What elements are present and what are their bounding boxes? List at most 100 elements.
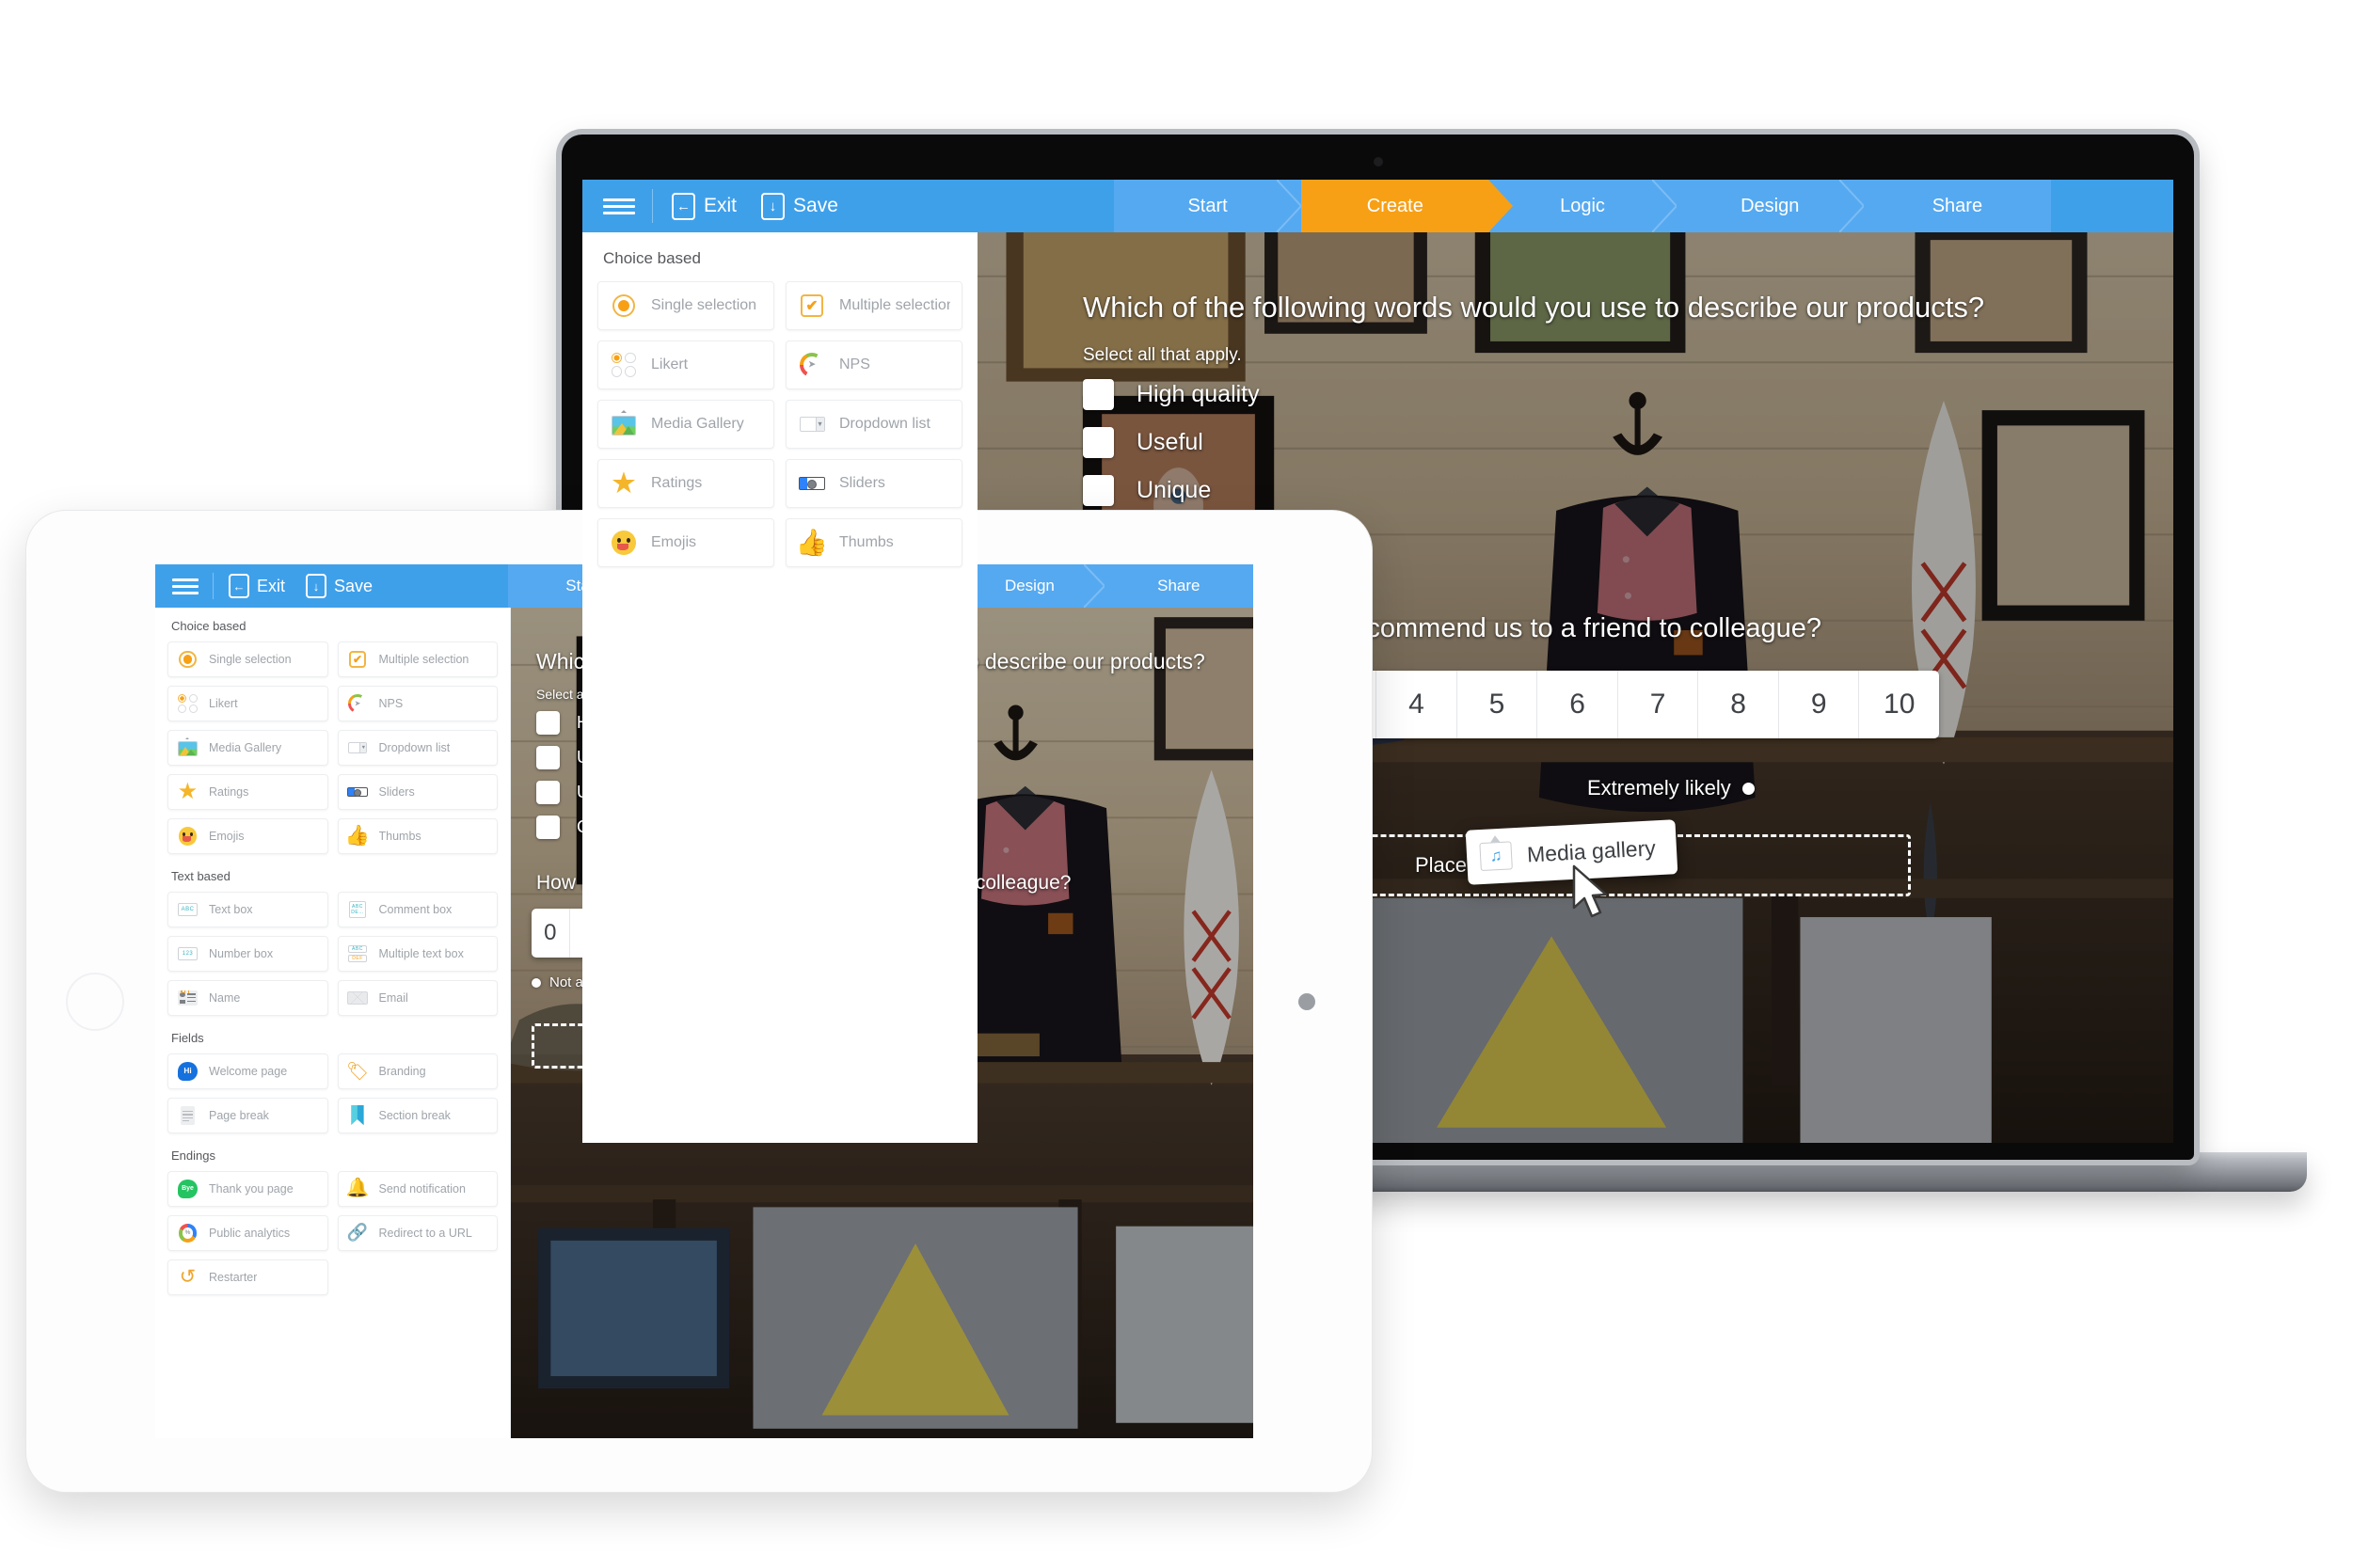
checkbox-icon[interactable] [536,781,560,804]
sidebar-item-restarter[interactable]: ↺ Restarter [167,1259,328,1295]
sidebar-item-label: Welcome page [209,1065,288,1078]
sidebar-item-likert[interactable]: Likert [167,686,328,721]
sidebar-item-label: Dropdown list [378,741,451,754]
sidebar-item-label: Ratings [651,475,703,491]
checkbox-icon[interactable] [536,746,560,769]
emoji-icon [610,529,638,557]
sidebar-item-sliders[interactable]: Sliders [786,459,962,508]
sidebar-item-welcome-page[interactable]: Hi Welcome page [167,1053,328,1089]
hamburger-icon[interactable] [172,578,199,594]
sidebar-section-title: Fields [171,1031,204,1045]
tab-design[interactable]: Design [1676,180,1864,232]
sidebar-item-grid: Bye Thank you page 🔔 Send notification% Publ… [167,1171,498,1295]
checkbox-icon[interactable] [1083,427,1114,458]
sidebar-item-label: Single selection [209,653,292,666]
chevron-icon [1838,180,1864,232]
sidebar-item-name[interactable]: Name [167,980,328,1016]
checkbox-icon[interactable] [1083,475,1114,506]
contact-card-icon [177,988,199,1009]
sidebar-item-media-gallery[interactable]: Media Gallery [167,730,328,766]
sidebar-item-label: Multiple text box [378,947,464,960]
sidebar-item-dropdown-list[interactable]: ▼ Dropdown list [337,730,498,766]
sidebar-item-text-box[interactable]: ABC Text box [167,892,328,927]
sidebar-item-single-selection[interactable]: Single selection [167,641,328,677]
sidebar-item-multiple-selection[interactable]: ✔ Multiple selection [337,641,498,677]
checkbox-icon[interactable] [536,816,560,839]
tab-logic[interactable]: Logic [1488,180,1677,232]
laptop-checkbox-option-1[interactable]: High quality [1083,379,1260,410]
sidebar-item-emojis[interactable]: Emojis [167,818,328,854]
save-label: Save [334,576,374,595]
sidebar-item-email[interactable]: Email [337,980,498,1016]
sidebar-item-grid: Single selection ✔ Multiple selection Like… [167,641,498,854]
tab-share[interactable]: Share [1863,180,2052,232]
sidebar-item-redirect-to-a-url[interactable]: 🔗 Redirect to a URL [337,1215,498,1251]
save-button[interactable]: ↓ Save [761,192,838,220]
nps-scale-value[interactable]: 4 [1376,671,1457,738]
laptop-breadcrumb: Start Create Logic Design Share [1114,180,2052,232]
laptop-checkbox-option-3[interactable]: Unique [1083,475,1211,506]
sidebar-item-thumbs[interactable]: 👍 Thumbs [786,518,962,567]
sidebar-item-send-notification[interactable]: 🔔 Send notification [337,1171,498,1207]
sidebar-item-public-analytics[interactable]: % Public analytics [167,1215,328,1251]
sidebar-item-label: Page break [209,1109,269,1122]
thumbs-up-icon: 👍 [344,825,371,847]
sidebar-item-single-selection[interactable]: Single selection [597,281,774,330]
nps-scale-value[interactable]: 5 [1457,671,1538,738]
restart-arrows-icon: ↺ [179,1266,197,1289]
tab-start[interactable]: Start [1114,180,1302,232]
nps-scale-value[interactable]: 0 [532,909,570,958]
sidebar-item-section-break[interactable]: Section break [337,1098,498,1133]
nps-scale-value[interactable]: 7 [1618,671,1699,738]
hamburger-icon[interactable] [603,198,635,214]
tab-share[interactable]: Share [1104,564,1253,608]
drag-chip-label: Media gallery [1526,834,1657,866]
nps-scale-value[interactable]: 6 [1537,671,1618,738]
scene: ← Exit ↓ Save Start Create Logic Design … [0,0,2353,1568]
save-button[interactable]: ↓ Save [306,574,373,598]
sidebar-item-nps[interactable]: ➤ NPS [786,341,962,389]
sidebar-item-ratings[interactable]: ★ Ratings [597,459,774,508]
sidebar-item-dropdown-list[interactable]: ▼ Dropdown list [786,400,962,449]
nps-scale-value[interactable]: 9 [1779,671,1860,738]
checkbox-icon[interactable] [536,711,560,735]
sidebar-item-page-break[interactable]: Page break [167,1098,328,1133]
sidebar-item-label: Multiple selection [839,297,950,313]
sidebar-item-thank-you-page[interactable]: Bye Thank you page [167,1171,328,1207]
sidebar-item-label: Email [378,991,408,1005]
save-download-icon: ↓ [306,574,327,598]
tab-create[interactable]: Create [1301,180,1514,232]
sidebar-item-sliders[interactable]: Sliders [337,774,498,810]
sidebar-item-multiple-text-box[interactable]: ABC DEF Multiple text box [337,936,498,972]
sidebar-item-nps[interactable]: ➤ NPS [337,686,498,721]
sidebar-item-likert[interactable]: Likert [597,341,774,389]
sidebar-item-emojis[interactable]: Emojis [597,518,774,567]
chevron-icon [1083,564,1105,608]
nps-scale-value[interactable]: 10 [1859,671,1939,738]
sidebar-item-comment-box[interactable]: ABC DE… Comment box [337,892,498,927]
nps-scale-value[interactable]: 8 [1698,671,1779,738]
chevron-icon [1488,180,1514,232]
sidebar-item-label: Section break [378,1109,451,1122]
sidebar-item-multiple-selection[interactable]: ✔ Multiple selection [786,281,962,330]
laptop-checkbox-option-2[interactable]: Useful [1083,427,1203,458]
sidebar-item-ratings[interactable]: ★ Ratings [167,774,328,810]
sidebar-item-label: Multiple selection [378,653,469,666]
laptop-camera [1373,157,1383,166]
sidebar-item-label: Sliders [378,785,415,799]
save-download-icon: ↓ [761,192,786,220]
abc-comment-icon: ABC DE… [347,899,369,921]
tablet-home-button[interactable] [66,972,124,1031]
laptop-app: ← Exit ↓ Save Start Create Logic Design … [582,180,2173,1143]
checkbox-icon[interactable] [1083,379,1114,410]
sidebar-item-branding[interactable]: 🏷 Branding [337,1053,498,1089]
exit-button[interactable]: ← Exit [672,192,737,220]
sidebar-item-number-box[interactable]: 123 Number box [167,936,328,972]
sidebar-item-media-gallery[interactable]: Media Gallery [597,400,774,449]
exit-button[interactable]: ← Exit [229,574,285,598]
sidebar-item-thumbs[interactable]: 👍 Thumbs [337,818,498,854]
tablet-toolbar-left: ← Exit ↓ Save [155,564,508,608]
sidebar-item-label: Emojis [209,830,245,843]
laptop-drag-chip[interactable]: ♫ Media gallery [1465,819,1678,885]
radio-button-icon [610,292,638,320]
